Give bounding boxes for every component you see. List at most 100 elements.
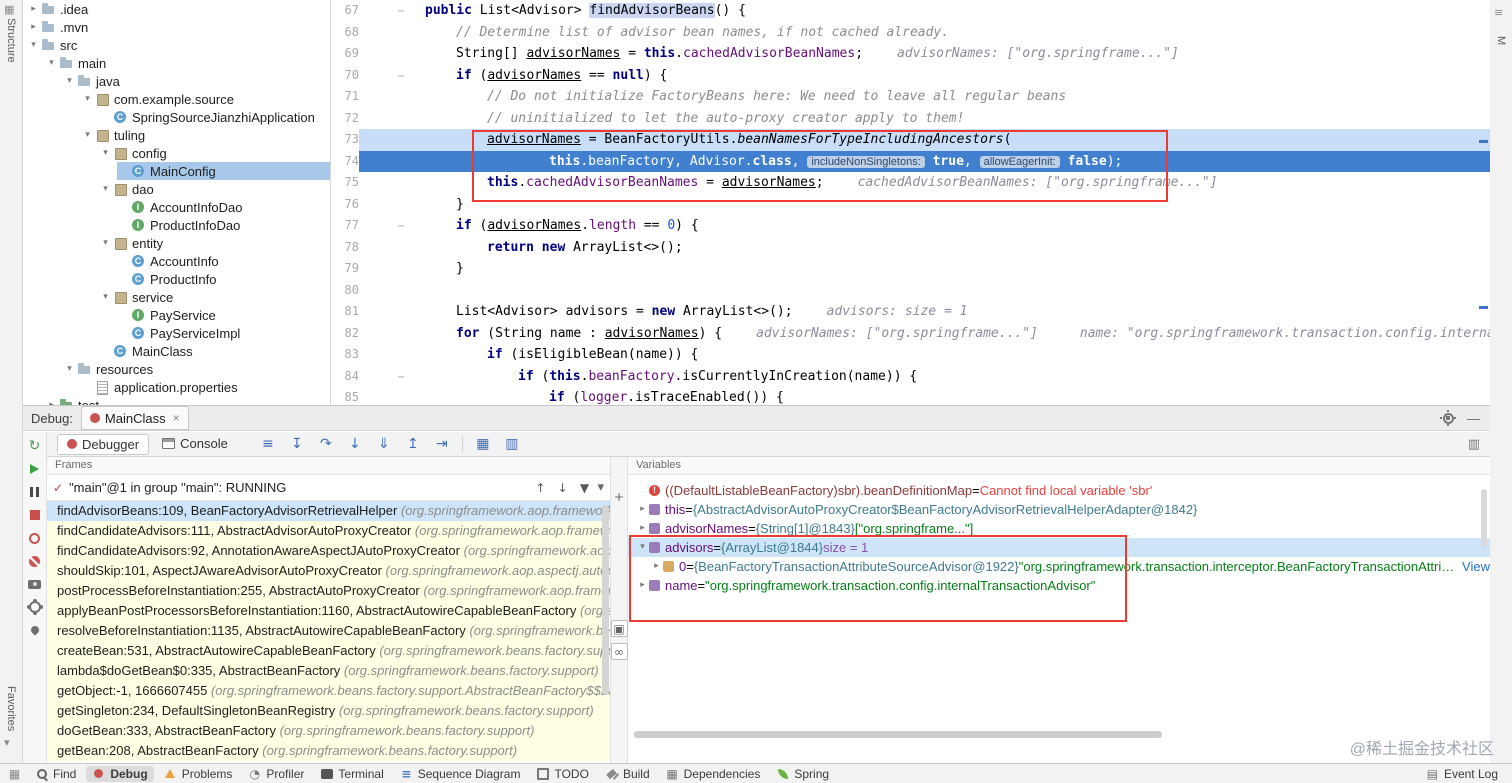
chevron-right-icon[interactable]: ▸	[650, 557, 663, 576]
tree-item-payservice[interactable]: PayService	[23, 306, 330, 324]
chevron-right-icon[interactable]: ▸	[27, 22, 40, 32]
code-line-69[interactable]: 69 String[] advisorNames = this.cachedAdv…	[331, 43, 1490, 65]
close-icon[interactable]: ×	[173, 411, 180, 425]
frame-down-icon[interactable]: ↓	[555, 480, 569, 496]
pin-icon[interactable]: ▾	[4, 736, 10, 749]
code-line-74[interactable]: 74 this.beanFactory, Advisor.class, inclu…	[331, 150, 1490, 172]
chevron-down-icon[interactable]: ▾	[81, 130, 94, 140]
layout-settings-icon[interactable]: ▥	[1468, 437, 1490, 452]
stop-icon[interactable]	[26, 507, 44, 523]
line-number[interactable]: 79	[331, 258, 359, 280]
thread-dump-icon[interactable]	[26, 576, 44, 592]
tree-item-test[interactable]: ▸ test	[23, 396, 330, 405]
tree-item-accountinfodao[interactable]: AccountInfoDao	[23, 198, 330, 216]
tree-item-entity[interactable]: ▾ entity	[23, 234, 330, 252]
step-into-icon[interactable]: ↓	[346, 436, 364, 452]
tree-item--idea[interactable]: ▸ .idea	[23, 0, 330, 18]
line-number[interactable]: 75	[331, 172, 359, 194]
variable-row[interactable]: ▸ name = "org.springframework.transaction…	[628, 576, 1490, 595]
code-line-85[interactable]: 85 if (logger.isTraceEnabled()) {	[331, 387, 1490, 405]
variable-row[interactable]: ▾ advisors = {ArrayList@1844} size = 1	[628, 538, 1490, 557]
variable-row[interactable]: ▸ 0 = {BeanFactoryTransactionAttributeSou…	[628, 557, 1490, 576]
tree-item-main[interactable]: ▾ main	[23, 54, 330, 72]
line-number[interactable]: 82	[331, 322, 359, 344]
fold-icon[interactable]: −	[397, 71, 405, 82]
tree-item-tuling[interactable]: ▾ tuling	[23, 126, 330, 144]
chevron-down-icon[interactable]: ▾	[99, 292, 112, 302]
tree-item-java[interactable]: ▾ java	[23, 72, 330, 90]
stack-frame-row[interactable]: applyBeanPostProcessorsBeforeInstantiati…	[47, 601, 610, 621]
status-item-spring[interactable]: Spring	[770, 766, 835, 782]
frame-up-icon[interactable]: ↑	[533, 480, 547, 496]
toolwindow-grid-icon[interactable]: ▦	[4, 3, 14, 16]
stack-frame-row[interactable]: getSingleton:234, DefaultSingletonBeanRe…	[47, 701, 610, 721]
variable-row[interactable]: ▸ this = {AbstractAdvisorAutoProxyCreator…	[628, 500, 1490, 519]
hide-panel-icon[interactable]: —	[1467, 411, 1480, 426]
tree-item-accountinfo[interactable]: AccountInfo	[23, 252, 330, 270]
status-item-profiler[interactable]: Profiler	[242, 766, 310, 782]
chevron-down-icon[interactable]: ▾	[636, 538, 649, 557]
force-step-into-icon[interactable]: ⇓	[375, 436, 393, 452]
status-item-find[interactable]: Find	[29, 766, 82, 782]
tree-item-service[interactable]: ▾ service	[23, 288, 330, 306]
tree-item-mainconfig[interactable]: MainConfig	[23, 162, 330, 180]
stack-frame-row[interactable]: lambda$doGetBean$0:335, AbstractBeanFact…	[47, 661, 610, 681]
chevron-down-icon[interactable]: ▾	[63, 76, 76, 86]
code-line-76[interactable]: 76}	[331, 193, 1490, 215]
line-number[interactable]: 72	[331, 107, 359, 129]
tree-item-payserviceimpl[interactable]: PayServiceImpl	[23, 324, 330, 342]
line-number[interactable]: 80	[331, 279, 359, 301]
status-item-problems[interactable]: Problems	[158, 766, 239, 782]
chevron-right-icon[interactable]: ▸	[636, 500, 649, 519]
chevron-down-icon[interactable]: ▾	[27, 40, 40, 50]
tree-item-dao[interactable]: ▾ dao	[23, 180, 330, 198]
variables-hscrollbar[interactable]	[634, 731, 1162, 738]
structure-toolwindow-button[interactable]: Structure	[5, 18, 17, 63]
line-number[interactable]: 76	[331, 193, 359, 215]
code-line-73[interactable]: 73 advisorNames = BeanFactoryUtils.beanNa…	[331, 129, 1490, 151]
stack-frame-row[interactable]: shouldSkip:101, AspectJAwareAdvisorAutoP…	[47, 561, 610, 581]
status-item-debug[interactable]: Debug	[86, 765, 154, 782]
status-item-dependencies[interactable]: Dependencies	[660, 766, 767, 782]
line-number[interactable]: 71	[331, 86, 359, 108]
line-number[interactable]: 67	[331, 0, 359, 22]
resume-icon[interactable]	[26, 461, 44, 477]
code-line-81[interactable]: 81 List<Advisor> advisors = new ArrayList…	[331, 301, 1490, 323]
chevron-down-icon[interactable]: ▾	[99, 184, 112, 194]
gear-icon[interactable]	[1439, 409, 1457, 427]
scrollbar-mark[interactable]	[1479, 306, 1488, 309]
chevron-right-icon[interactable]: ▸	[27, 4, 40, 14]
hamburger-icon[interactable]: ≡	[1494, 6, 1503, 19]
tree-item--mvn[interactable]: ▸ .mvn	[23, 18, 330, 36]
run-to-cursor-icon[interactable]: ⇥	[433, 436, 451, 452]
chevron-down-icon[interactable]: ▾	[99, 238, 112, 248]
view-breakpoints-icon[interactable]	[26, 530, 44, 546]
panel-grid-icon[interactable]: ▣	[610, 620, 628, 637]
step-out-icon[interactable]: ↥	[404, 436, 422, 452]
chevron-right-icon[interactable]: ▸	[636, 576, 649, 595]
fold-icon[interactable]: −	[397, 6, 405, 17]
code-line-72[interactable]: 72 // uninitialized to let the auto-proxy…	[331, 107, 1490, 129]
project-tree[interactable]: ▸ .idea ▸ .mvn ▾ src ▾ main ▾ java ▾ com.example.so…	[23, 0, 331, 405]
code-line-71[interactable]: 71 // Do not initialize FactoryBeans here…	[331, 86, 1490, 108]
tree-item-resources[interactable]: ▾ resources	[23, 360, 330, 378]
tree-item-application-properties[interactable]: application.properties	[23, 378, 330, 396]
code-line-84[interactable]: 84 − if (this.beanFactory.isCurrentlyInCre…	[331, 365, 1490, 387]
variable-row[interactable]: ▸ advisorNames = {String[1]@1843} ["org.s…	[628, 519, 1490, 538]
tree-item-src[interactable]: ▾ src	[23, 36, 330, 54]
step-over-icon[interactable]: ↷	[317, 436, 335, 452]
view-grid-icon[interactable]: ▦	[474, 436, 492, 452]
layout-grid-icon[interactable]: ▥	[503, 436, 521, 452]
status-item-todo[interactable]: TODO	[530, 766, 594, 782]
status-item-sequence-diagram[interactable]: Sequence Diagram	[394, 766, 527, 782]
stack-frame-row[interactable]: resolveBeforeInstantiation:1135, Abstrac…	[47, 621, 610, 641]
tree-item-productinfo[interactable]: ProductInfo	[23, 270, 330, 288]
evaluate-inline-icon[interactable]: ∞	[610, 643, 628, 660]
variables-vscrollbar[interactable]	[1481, 489, 1487, 547]
line-number[interactable]: 83	[331, 344, 359, 366]
chevron-down-icon[interactable]: ▾	[99, 148, 112, 158]
fold-icon[interactable]: −	[397, 372, 405, 383]
line-number[interactable]: 84	[331, 365, 359, 387]
stack-frame-row[interactable]: findCandidateAdvisors:111, AbstractAdvis…	[47, 521, 610, 541]
view-link[interactable]: View	[1462, 557, 1490, 576]
